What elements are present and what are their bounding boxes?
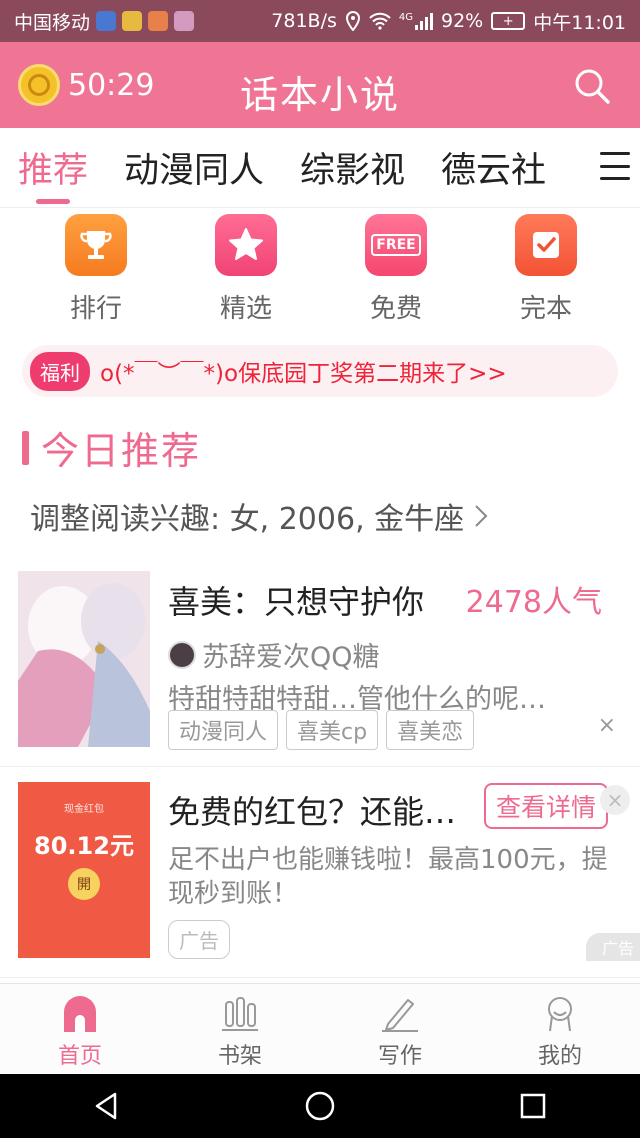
red-packet-open: 開 [68, 868, 100, 900]
network-speed: 781B/s [271, 10, 337, 32]
profile-icon [548, 997, 572, 1032]
star-icon [215, 214, 277, 276]
notice-badge: 福利 [30, 351, 90, 391]
section-title: 今日推荐 [22, 420, 201, 475]
book-popularity: 2478人气 [465, 585, 602, 620]
ad-mark: 广告 [585, 933, 640, 961]
wifi-icon [369, 12, 391, 30]
bottom-nav: 首页 书架 写作 我的 [0, 983, 640, 1074]
home-circle-icon[interactable] [300, 1086, 340, 1126]
battery-icon: + [491, 12, 526, 30]
back-icon[interactable] [87, 1086, 127, 1126]
book-cover-image [18, 571, 150, 747]
author-avatar [168, 640, 196, 669]
tab-menu-icon[interactable] [600, 152, 630, 180]
notice-text: o(*￣︶￣*)o保底园丁奖第二期来了>> [100, 361, 507, 387]
tab-anime-fanfic[interactable]: 动漫同人 [106, 128, 282, 208]
nav-label: 写作 [377, 1044, 422, 1069]
book-tags: 动漫同人 喜美cp 喜美恋 [168, 710, 475, 750]
book-tag[interactable]: 动漫同人 [168, 710, 279, 750]
pen-icon [382, 999, 418, 1032]
book-tag[interactable]: 喜美cp [286, 710, 379, 750]
quick-entry-ranking[interactable]: 排行 [21, 210, 171, 330]
book-tag[interactable]: 喜美恋 [386, 710, 475, 750]
divider [0, 766, 640, 767]
section-title-text: 今日推荐 [41, 429, 202, 473]
nav-label: 书架 [217, 1044, 262, 1069]
search-icon[interactable] [572, 66, 612, 106]
nav-label: 首页 [57, 1044, 102, 1069]
recents-icon[interactable] [513, 1086, 553, 1126]
quick-entry-label: 精选 [219, 294, 272, 324]
free-icon-text: FREE [371, 234, 421, 256]
book-author: 苏辞爱次QQ糖 [168, 635, 380, 674]
play-icon [148, 11, 169, 31]
bookshelf-icon [222, 997, 258, 1031]
welfare-notice[interactable]: 福利 o(*￣︶￣*)o保底园丁奖第二期来了>> [22, 345, 618, 397]
ad-card[interactable]: 现金红包 80.12元 開 免费的红包？还能… 查看详情 × 足不出户也能赚钱啦… [0, 775, 640, 975]
ad-title: 免费的红包？还能… [168, 793, 457, 831]
nav-profile[interactable]: 我的 [480, 984, 640, 1074]
quick-entry-label: 完本 [519, 294, 572, 324]
network-type: 4G [398, 12, 413, 23]
quick-entry-label: 排行 [69, 294, 122, 324]
ad-label: 广告 [168, 920, 230, 959]
tab-film-tv[interactable]: 综影视 [282, 128, 423, 208]
red-packet-amount: 80.12元 [34, 832, 134, 860]
tab-deyunshe[interactable]: 德云社 [423, 128, 564, 208]
category-tabs: 推荐 动漫同人 综影视 德云社 [0, 128, 640, 208]
baidu-icon [96, 11, 117, 31]
check-icon [515, 214, 577, 276]
cell-signal-icon: 4G [399, 12, 433, 30]
chevron-right-icon [475, 505, 488, 527]
nav-label: 我的 [537, 1044, 582, 1069]
adjust-interest-link[interactable]: 调整阅读兴趣: 女, 2006, 金牛座 [30, 494, 488, 538]
camera-icon [174, 11, 195, 31]
tab-label: 综影视 [300, 151, 406, 191]
nav-home[interactable]: 首页 [0, 984, 160, 1074]
divider [0, 977, 640, 978]
book-card[interactable]: 喜美：只想守护你 2478人气 苏辞爱次QQ糖 特甜特甜特甜…管他什么的呢… 动… [0, 565, 640, 765]
nav-bookshelf[interactable]: 书架 [160, 984, 320, 1074]
quick-entry-free[interactable]: FREE 免费 [321, 210, 471, 330]
tab-recommend[interactable]: 推荐 [0, 128, 106, 208]
book-title: 喜美：只想守护你 [168, 583, 425, 621]
clock: 中午11:01 [533, 11, 626, 34]
app-notification-icon [122, 11, 143, 31]
home-icon [64, 996, 96, 1032]
app-title: 话本小说 [239, 73, 400, 117]
tab-label: 德云社 [441, 151, 547, 191]
author-name: 苏辞爱次QQ糖 [202, 642, 380, 673]
red-packet-header: 现金红包 [64, 804, 104, 815]
free-icon: FREE [365, 214, 427, 276]
close-ad-button[interactable]: × [600, 785, 630, 815]
status-bar: 中国移动 781B/s 4G 92% + 中午11:01 [0, 0, 640, 42]
active-tab-indicator [36, 198, 70, 204]
trophy-icon [65, 214, 127, 276]
quick-entry-label: 免费 [369, 294, 422, 324]
carrier-label: 中国移动 [14, 11, 91, 34]
nav-write[interactable]: 写作 [320, 984, 480, 1074]
location-icon [345, 11, 360, 31]
section-bar [22, 430, 29, 465]
interest-text: 调整阅读兴趣: 女, 2006, 金牛座 [30, 502, 465, 537]
view-details-button[interactable]: 查看详情 [484, 783, 608, 829]
tab-label: 推荐 [18, 151, 89, 191]
tab-label: 动漫同人 [124, 151, 265, 191]
quick-entry-completed[interactable]: 完本 [471, 210, 621, 330]
red-packet-image: 现金红包 80.12元 開 [18, 782, 150, 958]
system-nav-bar [0, 1074, 640, 1138]
ad-description: 足不出户也能赚钱啦！最高100元，提现秒到账！ [168, 845, 608, 909]
battery-percent: 92% [441, 10, 484, 32]
quick-entry-featured[interactable]: 精选 [171, 210, 321, 330]
app-bar: 50:29 话本小说 [0, 42, 640, 128]
dismiss-book-button[interactable]: × [598, 713, 616, 738]
quick-entries: 排行 精选 FREE 免费 完本 [0, 210, 640, 330]
